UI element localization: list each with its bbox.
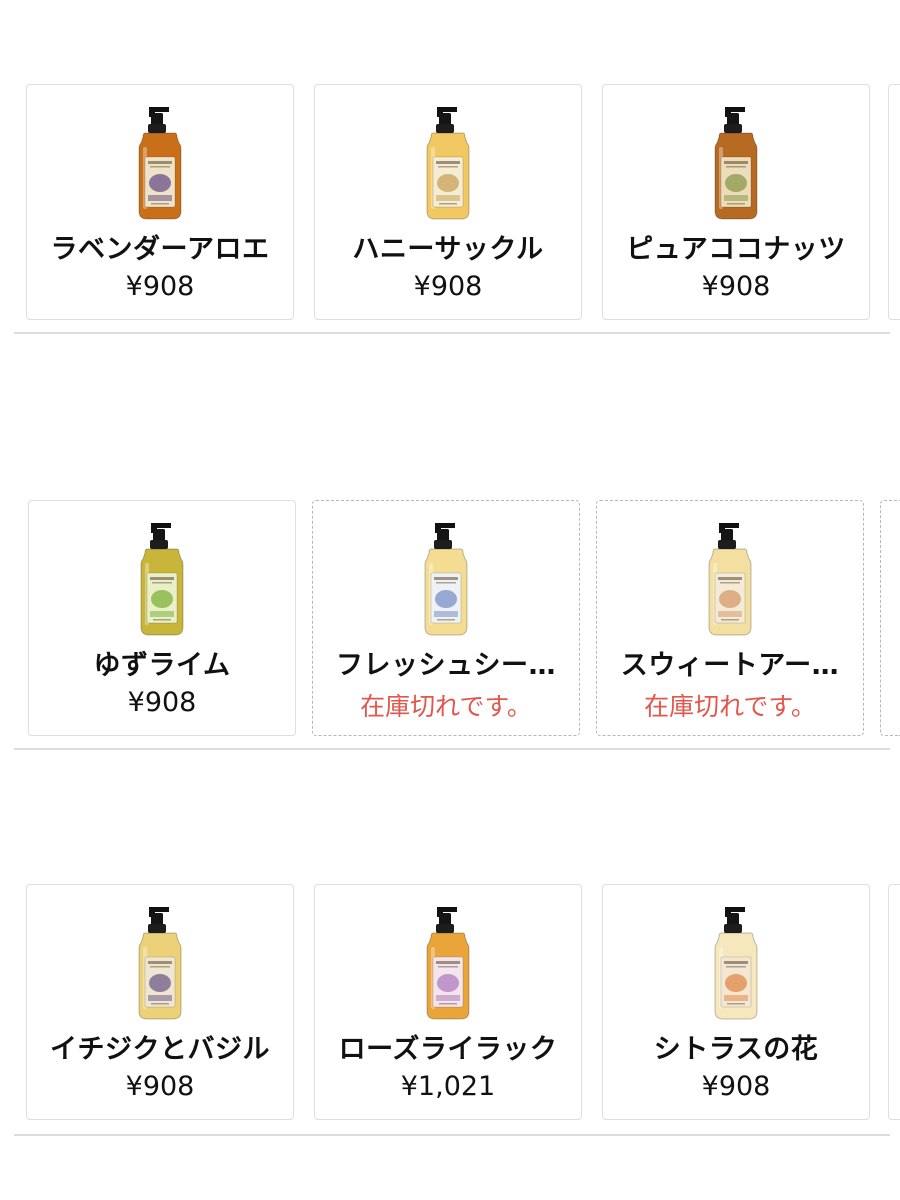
product-price: ¥908 bbox=[701, 271, 771, 302]
product-card-sold-out[interactable]: フレッシュシー… 在庫切れです。 bbox=[312, 500, 580, 736]
product-bottle-image bbox=[708, 523, 752, 636]
product-price: ¥908 bbox=[701, 1071, 771, 1102]
product-card[interactable]: ハニーサックル ¥908 bbox=[314, 84, 582, 320]
product-card[interactable]: ローズライラック ¥1,021 bbox=[314, 884, 582, 1120]
product-card-next[interactable] bbox=[880, 500, 900, 736]
product-card-next[interactable] bbox=[888, 84, 900, 320]
out-of-stock-label: 在庫切れです。 bbox=[644, 692, 816, 721]
product-name: ハニーサックル bbox=[352, 234, 544, 265]
product-row: イチジクとバジル ¥908 ローズライラック ¥1,021 シトラスの花 ¥90… bbox=[0, 884, 900, 1124]
product-card[interactable]: ゆずライム ¥908 bbox=[28, 500, 296, 736]
product-card-next[interactable] bbox=[888, 884, 900, 1120]
product-card[interactable]: シトラスの花 ¥908 bbox=[602, 884, 870, 1120]
row-divider bbox=[14, 748, 890, 750]
product-name: シトラスの花 bbox=[653, 1034, 819, 1065]
product-card[interactable]: ピュアココナッツ ¥908 bbox=[602, 84, 870, 320]
product-bottle-image bbox=[138, 107, 182, 220]
product-bottle-image bbox=[426, 907, 470, 1020]
product-bottle-image bbox=[140, 523, 184, 636]
product-price: ¥908 bbox=[413, 271, 483, 302]
product-name: ラベンダーアロエ bbox=[50, 234, 270, 265]
product-card[interactable]: イチジクとバジル ¥908 bbox=[26, 884, 294, 1120]
product-card[interactable]: ラベンダーアロエ ¥908 bbox=[26, 84, 294, 320]
product-bottle-image bbox=[714, 107, 758, 220]
product-card-sold-out[interactable]: スウィートアー… 在庫切れです。 bbox=[596, 500, 864, 736]
product-name: フレッシュシー… bbox=[336, 650, 556, 681]
product-price: ¥908 bbox=[125, 271, 195, 302]
product-name: ローズライラック bbox=[338, 1034, 558, 1065]
product-bottle-image bbox=[424, 523, 468, 636]
product-price: ¥908 bbox=[125, 1071, 195, 1102]
product-bottle-image bbox=[426, 107, 470, 220]
row-divider bbox=[14, 332, 890, 334]
product-name: ゆずライム bbox=[93, 650, 231, 681]
out-of-stock-label: 在庫切れです。 bbox=[360, 692, 532, 721]
product-bottle-image bbox=[714, 907, 758, 1020]
row-divider bbox=[14, 1134, 890, 1136]
product-name: スウィートアー… bbox=[620, 650, 840, 681]
product-name: ピュアココナッツ bbox=[626, 234, 846, 265]
product-name: イチジクとバジル bbox=[50, 1034, 270, 1065]
product-price: ¥1,021 bbox=[400, 1071, 496, 1102]
product-row: ゆずライム ¥908 フレッシュシー… 在庫切れです。 スウィートアー… 在庫切… bbox=[0, 500, 900, 740]
product-bottle-image bbox=[138, 907, 182, 1020]
product-row: ラベンダーアロエ ¥908 ハニーサックル ¥908 ピュアココナッツ ¥908 bbox=[0, 84, 900, 324]
product-grid-page: ラベンダーアロエ ¥908 ハニーサックル ¥908 ピュアココナッツ ¥908… bbox=[0, 0, 900, 1200]
product-price: ¥908 bbox=[127, 687, 197, 718]
